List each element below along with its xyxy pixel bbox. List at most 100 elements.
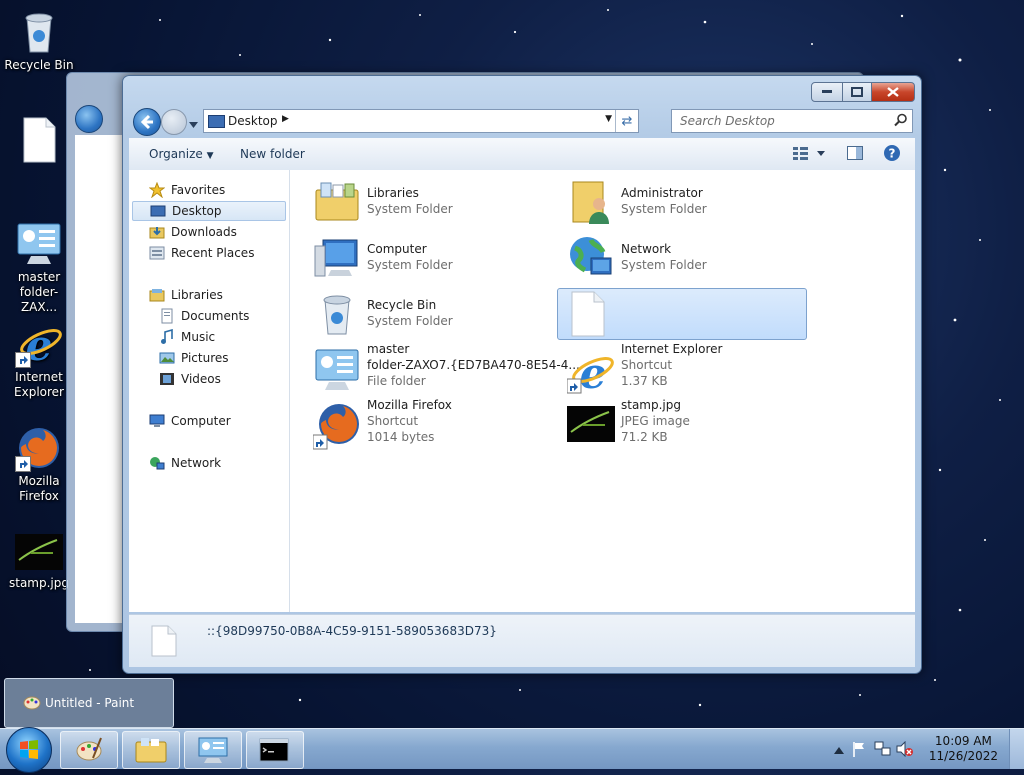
help-icon[interactable]: ?	[883, 144, 901, 165]
desktop-folder-icon	[208, 115, 225, 128]
file-item-internet-explorer[interactable]: e Internet Explorer Shortcut 1.37 KB	[549, 342, 789, 398]
navigation-bar: Desktop ▶ ▼ ⇄ Search Desktop	[131, 106, 913, 136]
paint-taskbar-preview[interactable]: Untitled - Paint	[4, 678, 174, 728]
file-item-network[interactable]: Network System Folder	[549, 232, 789, 282]
minimize-button[interactable]	[811, 82, 843, 102]
back-button[interactable]	[75, 105, 103, 133]
search-input[interactable]: Search Desktop	[671, 109, 913, 133]
desktop-icon-blank-file[interactable]	[2, 116, 76, 166]
show-hidden-icons-chevron-icon[interactable]	[834, 743, 844, 757]
close-button[interactable]	[872, 82, 915, 102]
network-status-icon[interactable]	[874, 741, 892, 760]
caption-buttons	[811, 82, 915, 102]
shortcut-arrow-icon	[15, 456, 31, 472]
start-button[interactable]	[4, 727, 52, 773]
maximize-button[interactable]	[843, 82, 872, 102]
nav-label: Favorites	[171, 183, 226, 197]
explorer-folder-icon	[135, 736, 167, 767]
desktop-icon-stamp-jpg[interactable]: stamp.jpg	[2, 534, 76, 591]
address-dropdown-icon[interactable]: ▼	[605, 114, 612, 124]
clock[interactable]: 10:09 AM 11/26/2022	[929, 734, 998, 764]
refresh-button[interactable]: ⇄	[615, 110, 638, 132]
file-item-stamp-jpg[interactable]: stamp.jpg JPEG image 71.2 KB	[549, 398, 789, 450]
nav-label: Music	[181, 330, 216, 344]
paint-icon	[75, 736, 103, 767]
desktop-icon-label: stamp.jpg	[9, 576, 69, 590]
explorer-window[interactable]: Desktop ▶ ▼ ⇄ Search Desktop Organize ▼ …	[122, 75, 922, 674]
nav-music[interactable]: Music	[159, 327, 215, 347]
taskbar-command-prompt-button[interactable]	[246, 731, 304, 769]
file-item-recycle-bin[interactable]: Recycle Bin System Folder	[295, 288, 535, 338]
desktop-icon-internet-explorer[interactable]: e Internet Explorer	[2, 320, 76, 400]
change-view-button[interactable]	[793, 146, 827, 163]
nav-recent-places[interactable]: Recent Places	[149, 243, 254, 263]
details-text: ::{98D99750-0B8A-4C59-9151-589053683D73}	[207, 624, 497, 638]
nav-downloads[interactable]: Downloads	[149, 222, 237, 242]
desktop-icon-mozilla-firefox[interactable]: Mozilla Firefox	[2, 424, 76, 504]
nav-label: Desktop	[172, 204, 222, 218]
file-item-blank-selected[interactable]	[557, 288, 807, 340]
internet-explorer-icon: e	[15, 320, 63, 370]
show-desktop-button[interactable]	[1009, 729, 1024, 769]
file-list: Libraries System Folder Administrator Sy…	[289, 170, 915, 612]
computer-icon	[313, 234, 361, 282]
downloads-folder-icon	[149, 224, 165, 240]
file-name: stamp.jpg	[621, 398, 681, 412]
breadcrumb-chevron-icon[interactable]: ▶	[282, 114, 289, 124]
file-item-libraries[interactable]: Libraries System Folder	[295, 176, 535, 226]
details-pane: ::{98D99750-0B8A-4C59-9151-589053683D73}	[129, 614, 915, 667]
image-thumbnail-icon	[567, 406, 615, 454]
nav-documents[interactable]: Documents	[159, 306, 249, 326]
search-icon[interactable]	[894, 113, 908, 130]
address-text[interactable]: Desktop	[228, 114, 278, 128]
nav-libraries[interactable]: Libraries	[149, 285, 223, 305]
blank-file-icon	[151, 625, 177, 657]
nav-videos[interactable]: Videos	[159, 369, 221, 389]
taskbar-control-panel-button[interactable]	[184, 731, 242, 769]
control-panel-icon	[197, 736, 229, 767]
file-type: Shortcut	[367, 414, 419, 428]
file-type: Shortcut	[621, 358, 673, 372]
address-bar[interactable]: Desktop ▶ ▼ ⇄	[203, 109, 639, 133]
videos-icon	[159, 371, 175, 387]
nav-computer[interactable]: Computer	[149, 411, 231, 431]
desktop-icon	[150, 203, 166, 219]
svg-text:?: ?	[889, 147, 896, 161]
desktop-icon-recycle-bin[interactable]: Recycle Bin	[2, 8, 76, 73]
network-icon	[149, 455, 165, 471]
file-item-mozilla-firefox[interactable]: Mozilla Firefox Shortcut 1014 bytes	[295, 398, 535, 450]
recent-pages-chevron-icon[interactable]	[189, 117, 198, 131]
nav-pictures[interactable]: Pictures	[159, 348, 229, 368]
organize-label: Organize	[149, 147, 203, 161]
nav-favorites[interactable]: Favorites	[148, 180, 226, 200]
taskbar: 10:09 AM 11/26/2022	[0, 727, 1024, 773]
new-folder-button[interactable]: New folder	[240, 147, 305, 161]
nav-label: Downloads	[171, 225, 237, 239]
organize-menu[interactable]: Organize ▼	[149, 147, 214, 161]
desktop-icon-master-folder[interactable]: master folder-ZAX...	[2, 220, 76, 315]
file-item-administrator[interactable]: Administrator System Folder	[549, 176, 789, 226]
control-panel-folder-icon	[313, 346, 361, 394]
command-bar: Organize ▼ New folder ?	[129, 138, 915, 171]
file-name: Computer	[367, 242, 427, 256]
computer-icon	[149, 413, 165, 429]
file-size: 1014 bytes	[367, 430, 435, 444]
file-name: Internet Explorer	[621, 342, 723, 356]
desktop-icon-label: Mozilla Firefox	[18, 474, 60, 503]
nav-label: Videos	[181, 372, 221, 386]
back-button[interactable]	[133, 108, 161, 136]
action-center-flag-icon[interactable]	[852, 741, 866, 760]
file-name: master	[367, 342, 410, 356]
forward-button[interactable]	[161, 109, 187, 135]
file-item-computer[interactable]: Computer System Folder	[295, 232, 535, 282]
nav-desktop[interactable]: Desktop	[132, 201, 286, 221]
file-item-master-folder[interactable]: master folder-ZAXO7.{ED7BA470-8E54-4... …	[295, 342, 580, 394]
search-placeholder: Search Desktop	[680, 114, 775, 128]
volume-muted-icon[interactable]	[896, 740, 914, 760]
preview-pane-icon[interactable]	[847, 146, 863, 163]
taskbar-paint-button[interactable]	[60, 731, 118, 769]
file-type: File folder	[367, 374, 426, 388]
image-thumbnail-icon	[15, 534, 63, 574]
nav-network[interactable]: Network	[149, 453, 221, 473]
taskbar-explorer-button[interactable]	[122, 731, 180, 769]
